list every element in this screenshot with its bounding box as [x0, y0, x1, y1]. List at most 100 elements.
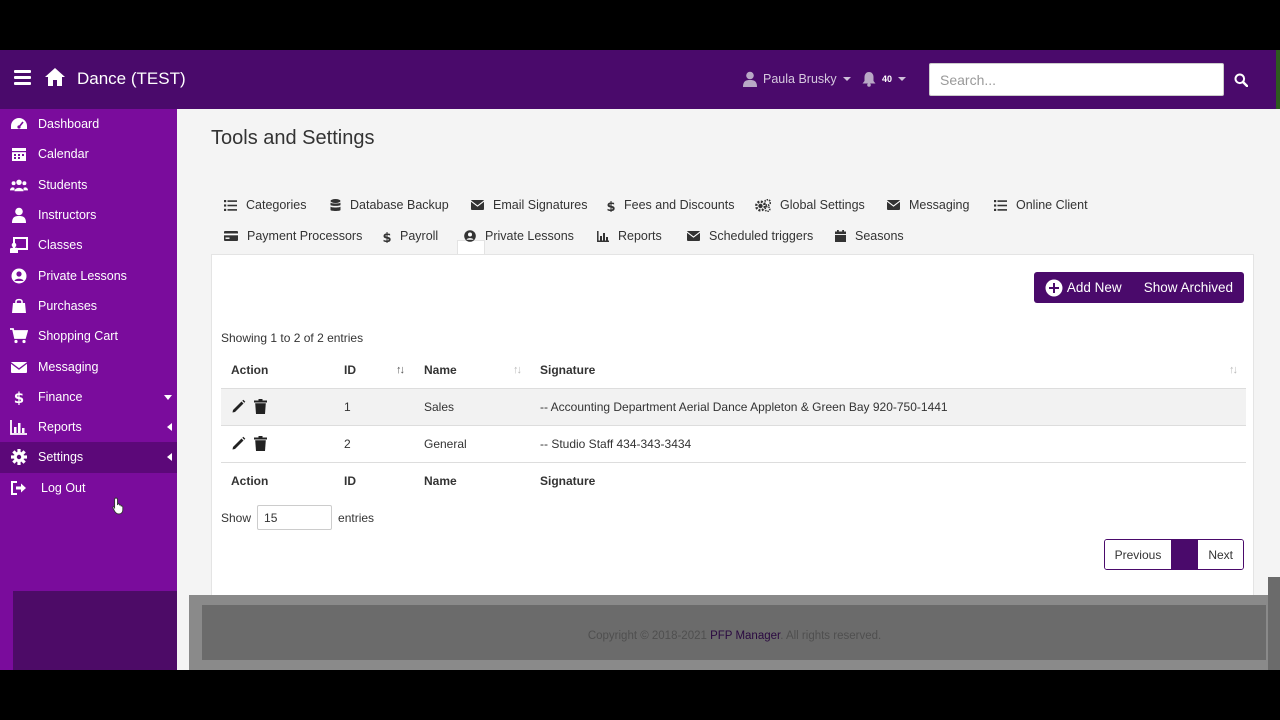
tab-payment-processors[interactable]: Payment Processors: [224, 222, 362, 250]
sidebar-item-shopping-cart[interactable]: Shopping Cart: [0, 321, 177, 351]
chevron-down-icon: [842, 77, 851, 81]
tab-global-settings[interactable]: Global Settings: [755, 191, 865, 219]
page-footer: Copyright © 2018-2021 PFP Manager. All r…: [189, 595, 1280, 670]
tab-label: Global Settings: [780, 198, 865, 212]
column-header-name[interactable]: Name: [424, 363, 457, 377]
database-icon: [330, 198, 341, 211]
tab-scheduled-triggers[interactable]: Scheduled triggers: [687, 222, 813, 250]
sidebar-item-finance[interactable]: $ Finance: [0, 382, 177, 412]
chevron-left-icon: [167, 422, 172, 431]
sidebar-item-reports[interactable]: Reports: [0, 412, 177, 442]
sidebar-item-label: Log Out: [41, 480, 86, 495]
page-length-input[interactable]: [257, 505, 333, 530]
tab-label: Messaging: [909, 198, 970, 212]
tab-label: Online Client: [1016, 198, 1088, 212]
show-label: Show: [221, 510, 252, 525]
page-title: Tools and Settings: [211, 127, 375, 149]
trash-icon[interactable]: [254, 399, 268, 415]
sidebar-item-log-out[interactable]: Log Out: [0, 473, 177, 503]
envelope-icon: [887, 200, 900, 210]
trash-icon[interactable]: [254, 436, 268, 452]
dollar-icon: $: [14, 389, 24, 405]
sidebar-item-label: Students: [38, 177, 88, 192]
calendar-icon: [12, 148, 26, 162]
show-archived-button[interactable]: Show Archived: [1133, 272, 1244, 303]
sidebar-item-classes[interactable]: Classes: [0, 230, 177, 260]
home-icon[interactable]: [44, 67, 66, 87]
add-new-button[interactable]: Add New: [1034, 272, 1133, 303]
copyright-text: Copyright © 2018-2021 PFP Manager. All r…: [189, 630, 1280, 642]
sidebar-item-purchases[interactable]: Purchases: [0, 291, 177, 321]
dollar-icon: $: [383, 231, 391, 243]
tab-seasons[interactable]: Seasons: [835, 222, 904, 250]
entries-label: entries: [338, 510, 375, 525]
cell-signature: -- Studio Staff 434-343-3434: [540, 437, 692, 451]
search-input[interactable]: [929, 63, 1224, 96]
sidebar-item-label: Shopping Cart: [38, 329, 118, 344]
chevron-down-icon: [898, 77, 907, 81]
add-new-label: Add New: [1066, 280, 1122, 295]
sort-icon[interactable]: ↑↓: [1229, 364, 1238, 376]
footer-edge: [1268, 577, 1280, 670]
brand-link[interactable]: PFP Manager: [710, 630, 780, 642]
column-footer-id: ID: [344, 474, 356, 488]
notifications-menu[interactable]: 40: [862, 68, 907, 90]
user-menu[interactable]: Paula Brusky: [743, 68, 851, 90]
previous-page-button[interactable]: Previous: [1104, 540, 1172, 569]
sidebar-item-label: Private Lessons: [38, 268, 127, 283]
column-header-action: Action: [231, 362, 269, 377]
envelope-icon: [471, 200, 484, 210]
user-circle-icon: [464, 230, 476, 242]
tab-private-lessons[interactable]: Private Lessons: [464, 222, 574, 250]
search-button[interactable]: [1228, 67, 1254, 93]
tab-label: Seasons: [855, 229, 904, 243]
tab-label: Scheduled triggers: [709, 229, 814, 243]
sidebar-item-private-lessons[interactable]: Private Lessons: [0, 260, 177, 290]
pencil-icon[interactable]: [231, 399, 246, 414]
column-footer-action: Action: [231, 474, 269, 488]
tab-email-signatures-label[interactable]: Email Signatures: [471, 191, 588, 219]
window-edge: [1276, 50, 1280, 109]
list-icon: [224, 199, 237, 211]
dollar-icon: $: [607, 200, 615, 212]
tab-reports[interactable]: Reports: [597, 222, 662, 250]
cell-id: 2: [344, 437, 351, 451]
gear-icon: [11, 449, 27, 466]
toolbar-button-group: Add New Show Archived: [1033, 272, 1244, 303]
pencil-icon[interactable]: [231, 436, 246, 451]
plus-circle-icon: [1045, 279, 1063, 296]
column-header-signature[interactable]: Signature: [540, 363, 595, 377]
sort-asc-icon[interactable]: ↑↓: [396, 364, 405, 376]
current-page-button[interactable]: [1171, 540, 1199, 569]
app-window: Dance (TEST) Paula Brusky 40 Search... D…: [0, 50, 1280, 670]
column-header-id[interactable]: ID: [344, 363, 356, 377]
tab-categories[interactable]: Categories: [224, 191, 306, 219]
calendar-icon: [835, 230, 846, 242]
cell-name: General: [424, 437, 467, 451]
column-footer-name: Name: [424, 474, 457, 488]
mouse-cursor-icon: [112, 497, 124, 515]
tab-messaging[interactable]: Messaging: [887, 191, 969, 219]
sidebar-item-messaging[interactable]: Messaging: [0, 351, 177, 381]
chevron-down-icon: [164, 394, 172, 400]
user-icon: [743, 71, 757, 87]
tab-database-backup[interactable]: Database Backup: [330, 191, 449, 219]
tab-fees-and-discounts[interactable]: $ Fees and Discounts: [607, 191, 734, 219]
envelope-icon: [10, 361, 28, 373]
svg-text:$: $: [14, 389, 24, 405]
sidebar-item-students[interactable]: Students: [0, 170, 177, 200]
tab-online-client[interactable]: Online Client: [994, 191, 1088, 219]
column-footer-signature: Signature: [540, 474, 596, 488]
sidebar-item-settings[interactable]: Settings: [0, 442, 177, 473]
row-actions: [231, 436, 268, 452]
sort-icon[interactable]: ↑↓: [513, 364, 522, 376]
hamburger-menu-icon[interactable]: [14, 70, 31, 85]
row-actions: [231, 399, 268, 415]
sidebar-item-dashboard[interactable]: Dashboard: [0, 109, 177, 139]
search-icon: [1234, 73, 1248, 87]
tab-payroll[interactable]: $ Payroll: [383, 222, 438, 250]
next-page-button[interactable]: Next: [1198, 540, 1243, 569]
sidebar-item-instructors[interactable]: Instructors: [0, 200, 177, 230]
sidebar-item-calendar[interactable]: Calendar: [0, 139, 177, 169]
bar-chart-icon: [597, 230, 609, 242]
